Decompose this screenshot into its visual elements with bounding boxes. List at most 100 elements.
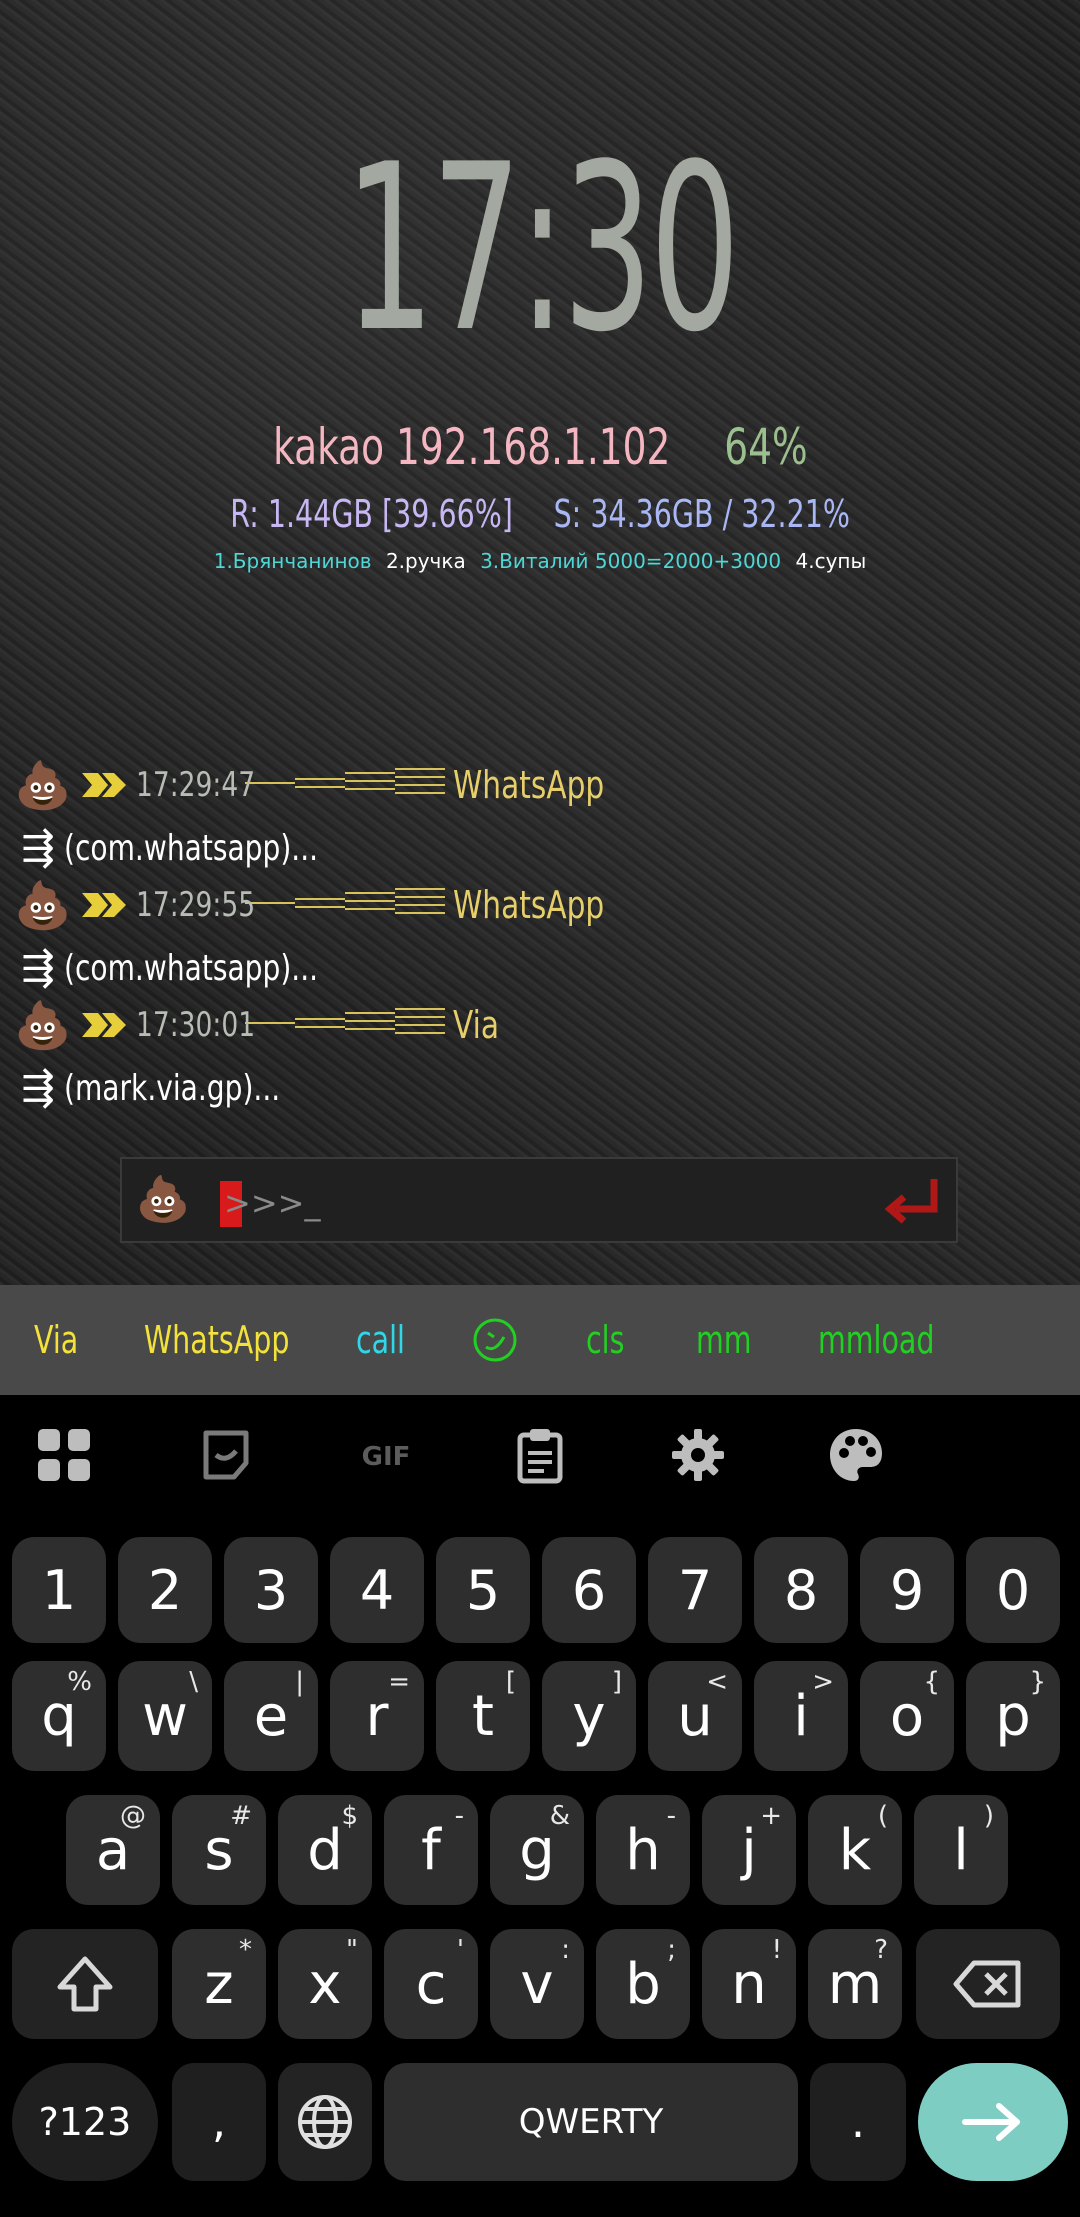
- smiley-icon[interactable]: [472, 1317, 518, 1363]
- memory-line: R: 1.44GB [39.66%] S: 34.36GB / 32.21%: [0, 492, 1080, 536]
- host-info: kakao 192.168.1.102: [272, 418, 671, 476]
- key-4[interactable]: 4: [330, 1537, 424, 1643]
- log-app: WhatsApp: [452, 883, 604, 927]
- key-g[interactable]: g &: [490, 1795, 584, 1905]
- key-e[interactable]: e |: [224, 1661, 318, 1771]
- key-0[interactable]: 0: [966, 1537, 1060, 1643]
- suggestion-bar: Via WhatsApp call cls mm mmload: [0, 1285, 1080, 1395]
- log-package: (com.whatsapp)...: [64, 827, 319, 869]
- key-l[interactable]: l): [914, 1795, 1008, 1905]
- double-arrow-icon: [82, 773, 126, 797]
- suggestion-mm[interactable]: mm: [696, 1315, 770, 1365]
- command-prompt: >>>_: [224, 1184, 321, 1222]
- key-9[interactable]: 9: [860, 1537, 954, 1643]
- key-7[interactable]: 7: [648, 1537, 742, 1643]
- key-6[interactable]: 6: [542, 1537, 636, 1643]
- poop-icon: 💩: [135, 1174, 191, 1225]
- suggestion-via[interactable]: Via: [34, 1315, 93, 1365]
- key-a[interactable]: a @: [66, 1795, 160, 1905]
- log-entry: 💩 17:29:55 WhatsApp: [12, 875, 1072, 935]
- key-i[interactable]: i >: [754, 1661, 848, 1771]
- log-entry: 💩 17:29:47 WhatsApp: [12, 755, 1072, 815]
- backspace-key[interactable]: [916, 1929, 1060, 2039]
- key-c[interactable]: c ': [384, 1929, 478, 2039]
- key-b[interactable]: b;: [596, 1929, 690, 2039]
- key-n[interactable]: n!: [702, 1929, 796, 2039]
- notes-line: 1.Брянчанинов 2.ручка 3.Виталий 5000=200…: [0, 548, 1080, 574]
- enter-key[interactable]: [918, 2063, 1068, 2181]
- key-m[interactable]: m?: [808, 1929, 902, 2039]
- log-package-row: ⇶ (com.whatsapp)...: [12, 938, 1072, 998]
- key-2[interactable]: 2: [118, 1537, 212, 1643]
- svg-text:GIF: GIF: [362, 1442, 411, 1472]
- arrow-right-icon: [962, 2103, 1020, 2141]
- gif-icon[interactable]: GIF: [348, 1425, 424, 1485]
- key-p[interactable]: p}: [966, 1661, 1060, 1771]
- note-2: 2.ручка: [385, 549, 466, 573]
- shift-key[interactable]: [12, 1929, 158, 2039]
- separator-lines-icon: [244, 888, 445, 914]
- key-k[interactable]: k(: [808, 1795, 902, 1905]
- key-w[interactable]: w \: [118, 1661, 212, 1771]
- suggestion-call[interactable]: call: [356, 1315, 421, 1365]
- shift-icon: [57, 1956, 113, 2012]
- log-package: (com.whatsapp)...: [64, 947, 319, 989]
- key-q[interactable]: q%: [12, 1661, 106, 1771]
- period-key[interactable]: .: [810, 2063, 906, 2181]
- key-8[interactable]: 8: [754, 1537, 848, 1643]
- poop-icon: 💩: [14, 878, 72, 932]
- poop-icon: 💩: [14, 758, 72, 812]
- key-f[interactable]: f-: [384, 1795, 478, 1905]
- ram-usage: R: 1.44GB [39.66%]: [230, 492, 513, 536]
- host-battery-line: kakao 192.168.1.102 64%: [0, 418, 1080, 476]
- key-y[interactable]: y]: [542, 1661, 636, 1771]
- enter-icon[interactable]: [882, 1173, 942, 1229]
- sticker-icon[interactable]: [196, 1425, 256, 1485]
- language-key[interactable]: [278, 2063, 372, 2181]
- comma-key[interactable]: ,: [172, 2063, 266, 2181]
- note-1: 1.Брянчанинов: [213, 549, 372, 573]
- suggestion-cls[interactable]: cls: [586, 1315, 637, 1365]
- package-symbol-icon: ⇶: [21, 945, 55, 991]
- space-key[interactable]: QWERTY: [384, 2063, 798, 2181]
- key-r[interactable]: r =: [330, 1661, 424, 1771]
- theme-palette-icon[interactable]: [826, 1425, 886, 1485]
- storage-usage: S: 34.36GB / 32.21%: [553, 492, 850, 536]
- log-app: Via: [452, 1003, 499, 1047]
- log-time: 17:30:01: [136, 1005, 256, 1045]
- key-5[interactable]: 5: [436, 1537, 530, 1643]
- key-u[interactable]: u <: [648, 1661, 742, 1771]
- log-time: 17:29:55: [136, 885, 256, 925]
- key-s[interactable]: s #: [172, 1795, 266, 1905]
- poop-icon: 💩: [14, 998, 72, 1052]
- symbols-key[interactable]: ?123: [12, 2063, 158, 2181]
- note-3: 3.Виталий 5000=2000+3000: [480, 549, 782, 573]
- suggestion-whatsapp[interactable]: WhatsApp: [144, 1315, 338, 1365]
- key-3[interactable]: 3: [224, 1537, 318, 1643]
- key-j[interactable]: j +: [702, 1795, 796, 1905]
- key-z[interactable]: z *: [172, 1929, 266, 2039]
- key-t[interactable]: t[: [436, 1661, 530, 1771]
- log-time: 17:29:47: [136, 765, 256, 805]
- key-x[interactable]: x ": [278, 1929, 372, 2039]
- key-v[interactable]: v:: [490, 1929, 584, 2039]
- separator-lines-icon: [244, 1008, 445, 1034]
- key-h[interactable]: h-: [596, 1795, 690, 1905]
- clipboard-icon[interactable]: [510, 1425, 570, 1485]
- log-entry: 💩 17:30:01 Via: [12, 995, 1072, 1055]
- clock: 17:30: [343, 116, 740, 383]
- log-app: WhatsApp: [452, 763, 604, 807]
- key-1[interactable]: 1: [12, 1537, 106, 1643]
- backspace-icon: [953, 1960, 1021, 2008]
- log-package-row: ⇶ (com.whatsapp)...: [12, 818, 1072, 878]
- suggestion-mmload[interactable]: mmload: [818, 1315, 973, 1365]
- package-symbol-icon: ⇶: [21, 825, 55, 871]
- keyboard: GIF 1 2 3 4 5 6 7 8 9 0 q% w \ e | r = t[ y…: [0, 1395, 1080, 2217]
- command-input[interactable]: 💩 >>>_: [120, 1157, 958, 1243]
- key-o[interactable]: o{: [860, 1661, 954, 1771]
- settings-gear-icon[interactable]: [668, 1425, 728, 1485]
- apps-grid-icon[interactable]: [34, 1425, 94, 1485]
- key-d[interactable]: d $: [278, 1795, 372, 1905]
- globe-icon: [298, 2095, 352, 2149]
- double-arrow-icon: [82, 1013, 126, 1037]
